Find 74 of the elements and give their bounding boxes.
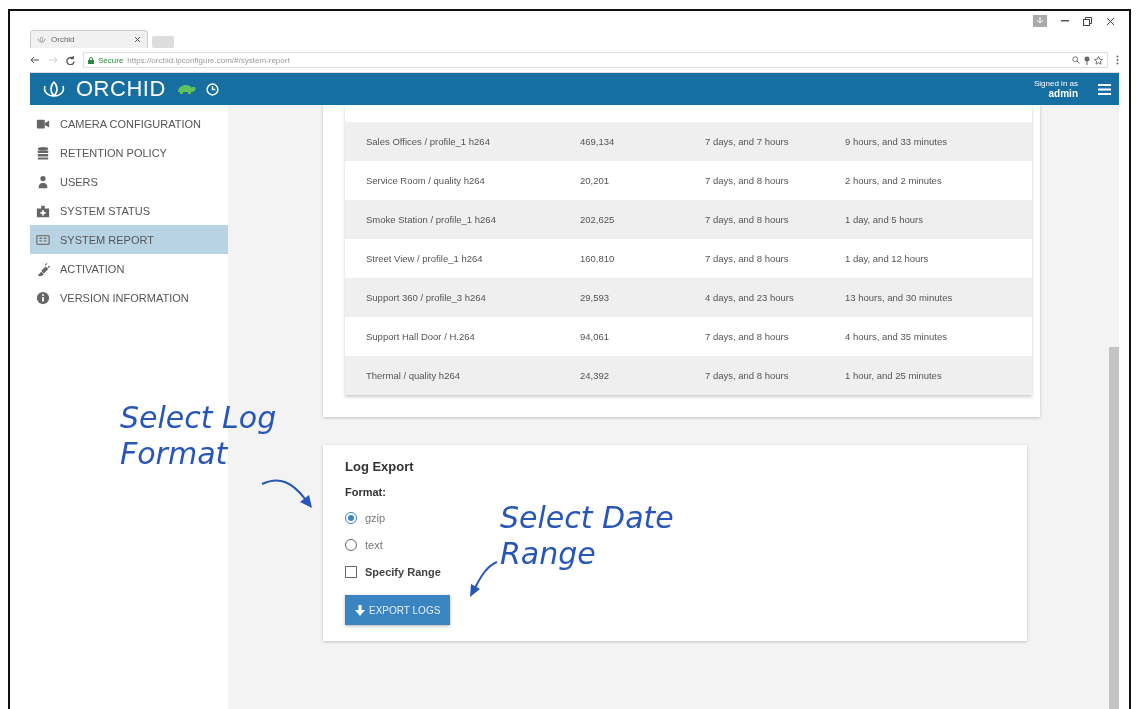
lock-icon xyxy=(88,56,94,64)
secure-label: Secure xyxy=(98,55,124,65)
user-icon xyxy=(36,174,50,189)
format-label: Format: xyxy=(345,486,386,498)
pin-icon[interactable] xyxy=(1084,55,1090,65)
sidebar-item[interactable]: CAMERA CONFIGURATION xyxy=(30,109,228,138)
radio-option[interactable]: gzip xyxy=(345,504,386,531)
table-cell-text: Sales Offices / profile_1 h264 xyxy=(366,136,491,147)
annotation-text: Select Log Format xyxy=(120,400,278,472)
sidebar-item[interactable]: USERS xyxy=(30,167,228,196)
address-bar[interactable]: Secure https://orchid.ipconfigure.com/#/system-report xyxy=(83,52,1108,68)
app-logo-text: ORCHID xyxy=(76,77,166,101)
table-cell-text: 1 hour, and 25 minutes xyxy=(845,370,943,381)
table-cell-text: 4 days, and 23 hours xyxy=(705,292,795,303)
table-cell-text: Support Hall Door / H.264 xyxy=(366,331,476,342)
table-cell-text: 7 days, and 8 hours xyxy=(705,175,790,186)
restore-icon[interactable] xyxy=(1083,16,1092,26)
table-cell-text: Thermal / quality h264 xyxy=(366,370,461,381)
lotus-icon xyxy=(42,80,66,98)
signed-in-label: Signed in as xyxy=(1033,79,1078,88)
table-cell-text: 1 day, and 12 hours xyxy=(845,253,930,264)
sidebar-item[interactable]: ACTIVATION xyxy=(30,254,228,283)
table-cell-text: Street View / profile_1 h264 xyxy=(366,253,484,264)
url-text: https://orchid.ipconfigure.com/#/system-report xyxy=(127,55,290,65)
table-cell-text: 160,810 xyxy=(580,253,616,264)
table-cell-text: 202,625 xyxy=(580,214,616,225)
table-cell-text: Service Room / quality h264 xyxy=(366,175,486,186)
table-cell-text: 7 days, and 8 hours xyxy=(705,214,790,225)
more-icon[interactable] xyxy=(1116,55,1119,65)
table-cell-text: Support 360 / profile_3 h264 xyxy=(366,292,487,303)
checkbox[interactable] xyxy=(345,565,357,578)
menu-icon[interactable] xyxy=(1098,83,1111,95)
table-cell-text: 94,061 xyxy=(580,331,611,342)
table-cell-text: 7 days, and 8 hours xyxy=(705,331,790,342)
table-cell-text: 2 hours, and 2 minutes xyxy=(845,175,943,186)
user-name: admin xyxy=(1048,88,1078,99)
reload-icon[interactable] xyxy=(66,55,75,65)
back-icon[interactable] xyxy=(30,56,40,64)
table-cell-text: 7 days, and 8 hours xyxy=(705,370,790,381)
close-icon[interactable] xyxy=(1106,16,1115,26)
table-cell-text: 7 days, and 8 hours xyxy=(705,253,790,264)
table-cell-text: 7 days, and 7 hours xyxy=(705,136,790,147)
table-cell-text: 13 hours, and 30 minutes xyxy=(845,292,954,303)
table-cell-text: 29,593 xyxy=(580,292,611,303)
sidebar-item[interactable]: VERSION INFORMATION xyxy=(30,283,228,312)
export-logs-button[interactable]: EXPORT LOGS xyxy=(345,595,451,625)
table-cell-text: 4 hours, and 35 minutes xyxy=(845,331,948,342)
table-cell-text: 24,392 xyxy=(580,370,611,381)
table-cell-text: 469,134 xyxy=(580,136,616,147)
table-cell-text: 20,201 xyxy=(580,175,611,186)
sidebar-item[interactable]: RETENTION POLICY xyxy=(30,138,228,167)
annotation-text: Select Date Range xyxy=(500,500,675,572)
info-icon xyxy=(36,290,50,305)
zoom-icon[interactable] xyxy=(1072,56,1080,64)
browser-tab[interactable]: Orchid xyxy=(30,30,148,48)
table-cell-text: 1 day, and 5 hours xyxy=(845,214,924,225)
close-icon[interactable] xyxy=(134,36,141,43)
report-icon xyxy=(36,232,50,247)
minimize-icon[interactable] xyxy=(1061,20,1069,22)
medkit-icon xyxy=(36,203,50,218)
sidebar-item[interactable]: SYSTEM REPORT xyxy=(30,225,228,254)
arrow-down-icon xyxy=(355,604,365,616)
table-cell-text: 9 hours, and 33 minutes xyxy=(845,136,948,147)
database-icon xyxy=(36,145,50,160)
lotus-icon xyxy=(37,36,46,43)
table-cell-text: Smoke Station / profile_1 h264 xyxy=(366,214,497,225)
checkbox-option[interactable]: Specify Range xyxy=(345,558,441,585)
sidebar-item[interactable]: SYSTEM STATUS xyxy=(30,196,228,225)
card-title: Log Export xyxy=(345,459,414,474)
plug-icon xyxy=(36,261,50,276)
radio-option[interactable]: text xyxy=(345,531,383,558)
star-icon[interactable] xyxy=(1094,55,1103,65)
scrollbar-thumb[interactable] xyxy=(1109,346,1119,709)
clock-icon[interactable] xyxy=(205,82,219,96)
